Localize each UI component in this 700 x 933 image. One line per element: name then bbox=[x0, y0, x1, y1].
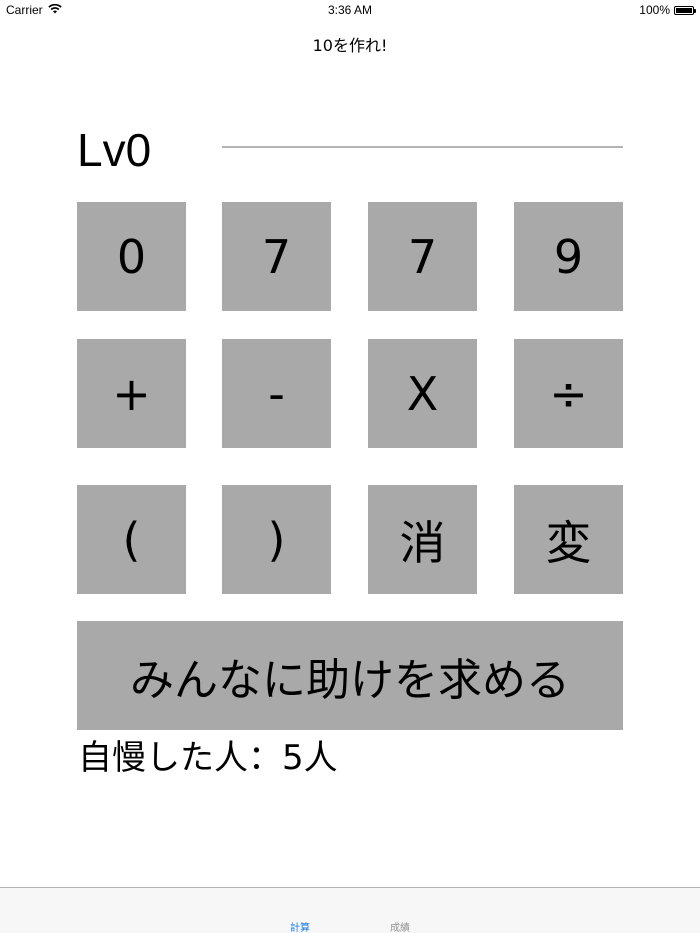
digit-key-2[interactable]: 7 bbox=[222, 202, 331, 311]
change-button[interactable]: 変 bbox=[514, 485, 623, 594]
status-right: 100% bbox=[639, 3, 696, 17]
battery-fill bbox=[676, 7, 692, 13]
digit-key-4[interactable]: 9 bbox=[514, 202, 623, 311]
plus-button[interactable]: + bbox=[77, 339, 186, 448]
digit-key-3[interactable]: 7 bbox=[368, 202, 477, 311]
brag-count-line: 自慢した人：5人 bbox=[78, 736, 338, 780]
battery-icon bbox=[674, 5, 696, 15]
multiply-button[interactable]: X bbox=[368, 339, 477, 448]
brag-label: 自慢した人： bbox=[78, 738, 282, 778]
digit-key-1[interactable]: 0 bbox=[77, 202, 186, 311]
divide-button[interactable]: ÷ bbox=[514, 339, 623, 448]
brag-count: 5人 bbox=[282, 738, 338, 778]
status-bar: Carrier 3:36 AM 100% bbox=[0, 0, 700, 20]
status-time: 3:36 AM bbox=[327, 3, 373, 17]
clear-button[interactable]: 消 bbox=[368, 485, 477, 594]
open-paren-button[interactable]: ( bbox=[77, 485, 186, 594]
battery-percent: 100% bbox=[639, 3, 670, 17]
tab-calculate[interactable]: 計算 bbox=[290, 919, 310, 933]
level-label: Lv0 bbox=[77, 124, 152, 176]
close-paren-button[interactable]: ) bbox=[222, 485, 331, 594]
tab-bar: 計算 成績 bbox=[0, 887, 700, 933]
page-title: 10を作れ! bbox=[312, 36, 388, 55]
ask-for-help-button[interactable]: みんなに助けを求める bbox=[77, 621, 623, 730]
screen: Carrier 3:36 AM 100% 10を作れ! Lv0 0 7 7 9 … bbox=[0, 0, 700, 933]
tab-results[interactable]: 成績 bbox=[390, 919, 410, 933]
answer-field bbox=[222, 146, 623, 148]
minus-button[interactable]: - bbox=[222, 339, 331, 448]
